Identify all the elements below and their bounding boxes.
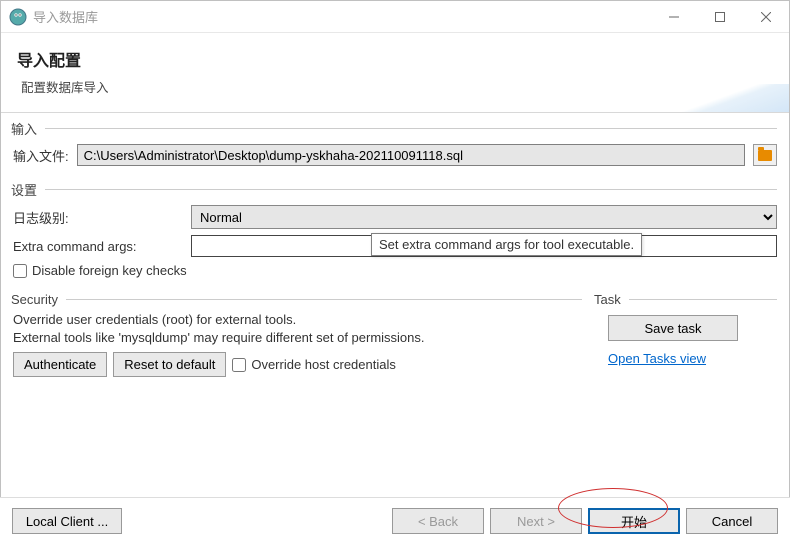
loglevel-select[interactable]: Normal: [191, 205, 777, 229]
open-tasks-view-link[interactable]: Open Tasks view: [608, 351, 771, 366]
input-group: 输入 输入文件:: [11, 119, 779, 174]
dialog-subtitle: 配置数据库导入: [17, 77, 773, 96]
local-client-button[interactable]: Local Client ...: [12, 508, 122, 534]
minimize-button[interactable]: [651, 1, 697, 33]
input-group-legend: 输入: [11, 119, 779, 138]
maximize-button[interactable]: [697, 1, 743, 33]
input-file-field[interactable]: [77, 144, 745, 166]
extra-args-label: Extra command args:: [13, 239, 183, 254]
settings-group: 设置 日志级别: Normal Extra command args: Disa…: [11, 180, 779, 286]
start-button[interactable]: 开始: [588, 508, 680, 534]
input-file-label: 输入文件:: [13, 146, 69, 165]
title-bar: 导入数据库: [1, 1, 789, 33]
override-host-label: Override host credentials: [251, 357, 396, 372]
dialog-header: 导入配置 配置数据库导入: [1, 33, 789, 113]
disable-fk-label: Disable foreign key checks: [32, 263, 187, 278]
task-group: Task Save task Open Tasks view: [594, 292, 779, 383]
browse-button[interactable]: [753, 144, 777, 166]
override-host-checkbox-input[interactable]: [232, 358, 246, 372]
settings-group-legend: 设置: [11, 180, 779, 199]
authenticate-button[interactable]: Authenticate: [13, 352, 107, 377]
window-title: 导入数据库: [33, 7, 651, 26]
security-desc-line2: External tools like 'mysqldump' may requ…: [13, 329, 582, 347]
disable-fk-checkbox-input[interactable]: [13, 264, 27, 278]
next-button: Next >: [490, 508, 582, 534]
close-button[interactable]: [743, 1, 789, 33]
folder-icon: [758, 150, 772, 161]
app-icon: [9, 8, 27, 26]
reset-to-default-button[interactable]: Reset to default: [113, 352, 226, 377]
override-host-checkbox[interactable]: Override host credentials: [232, 357, 396, 372]
security-group: Security Override user credentials (root…: [11, 292, 584, 383]
security-group-legend: Security: [11, 292, 584, 307]
dialog-footer: Local Client ... < Back Next > 开始 Cancel: [0, 497, 790, 548]
back-button: < Back: [392, 508, 484, 534]
window-controls: [651, 1, 789, 33]
loglevel-label: 日志级别:: [13, 208, 183, 227]
extra-args-tooltip: Set extra command args for tool executab…: [371, 233, 642, 256]
dialog-heading: 导入配置: [17, 47, 773, 71]
disable-fk-checkbox[interactable]: Disable foreign key checks: [13, 263, 187, 278]
save-task-button[interactable]: Save task: [608, 315, 738, 341]
security-desc-line1: Override user credentials (root) for ext…: [13, 311, 582, 329]
cancel-button[interactable]: Cancel: [686, 508, 778, 534]
task-group-legend: Task: [594, 292, 779, 307]
